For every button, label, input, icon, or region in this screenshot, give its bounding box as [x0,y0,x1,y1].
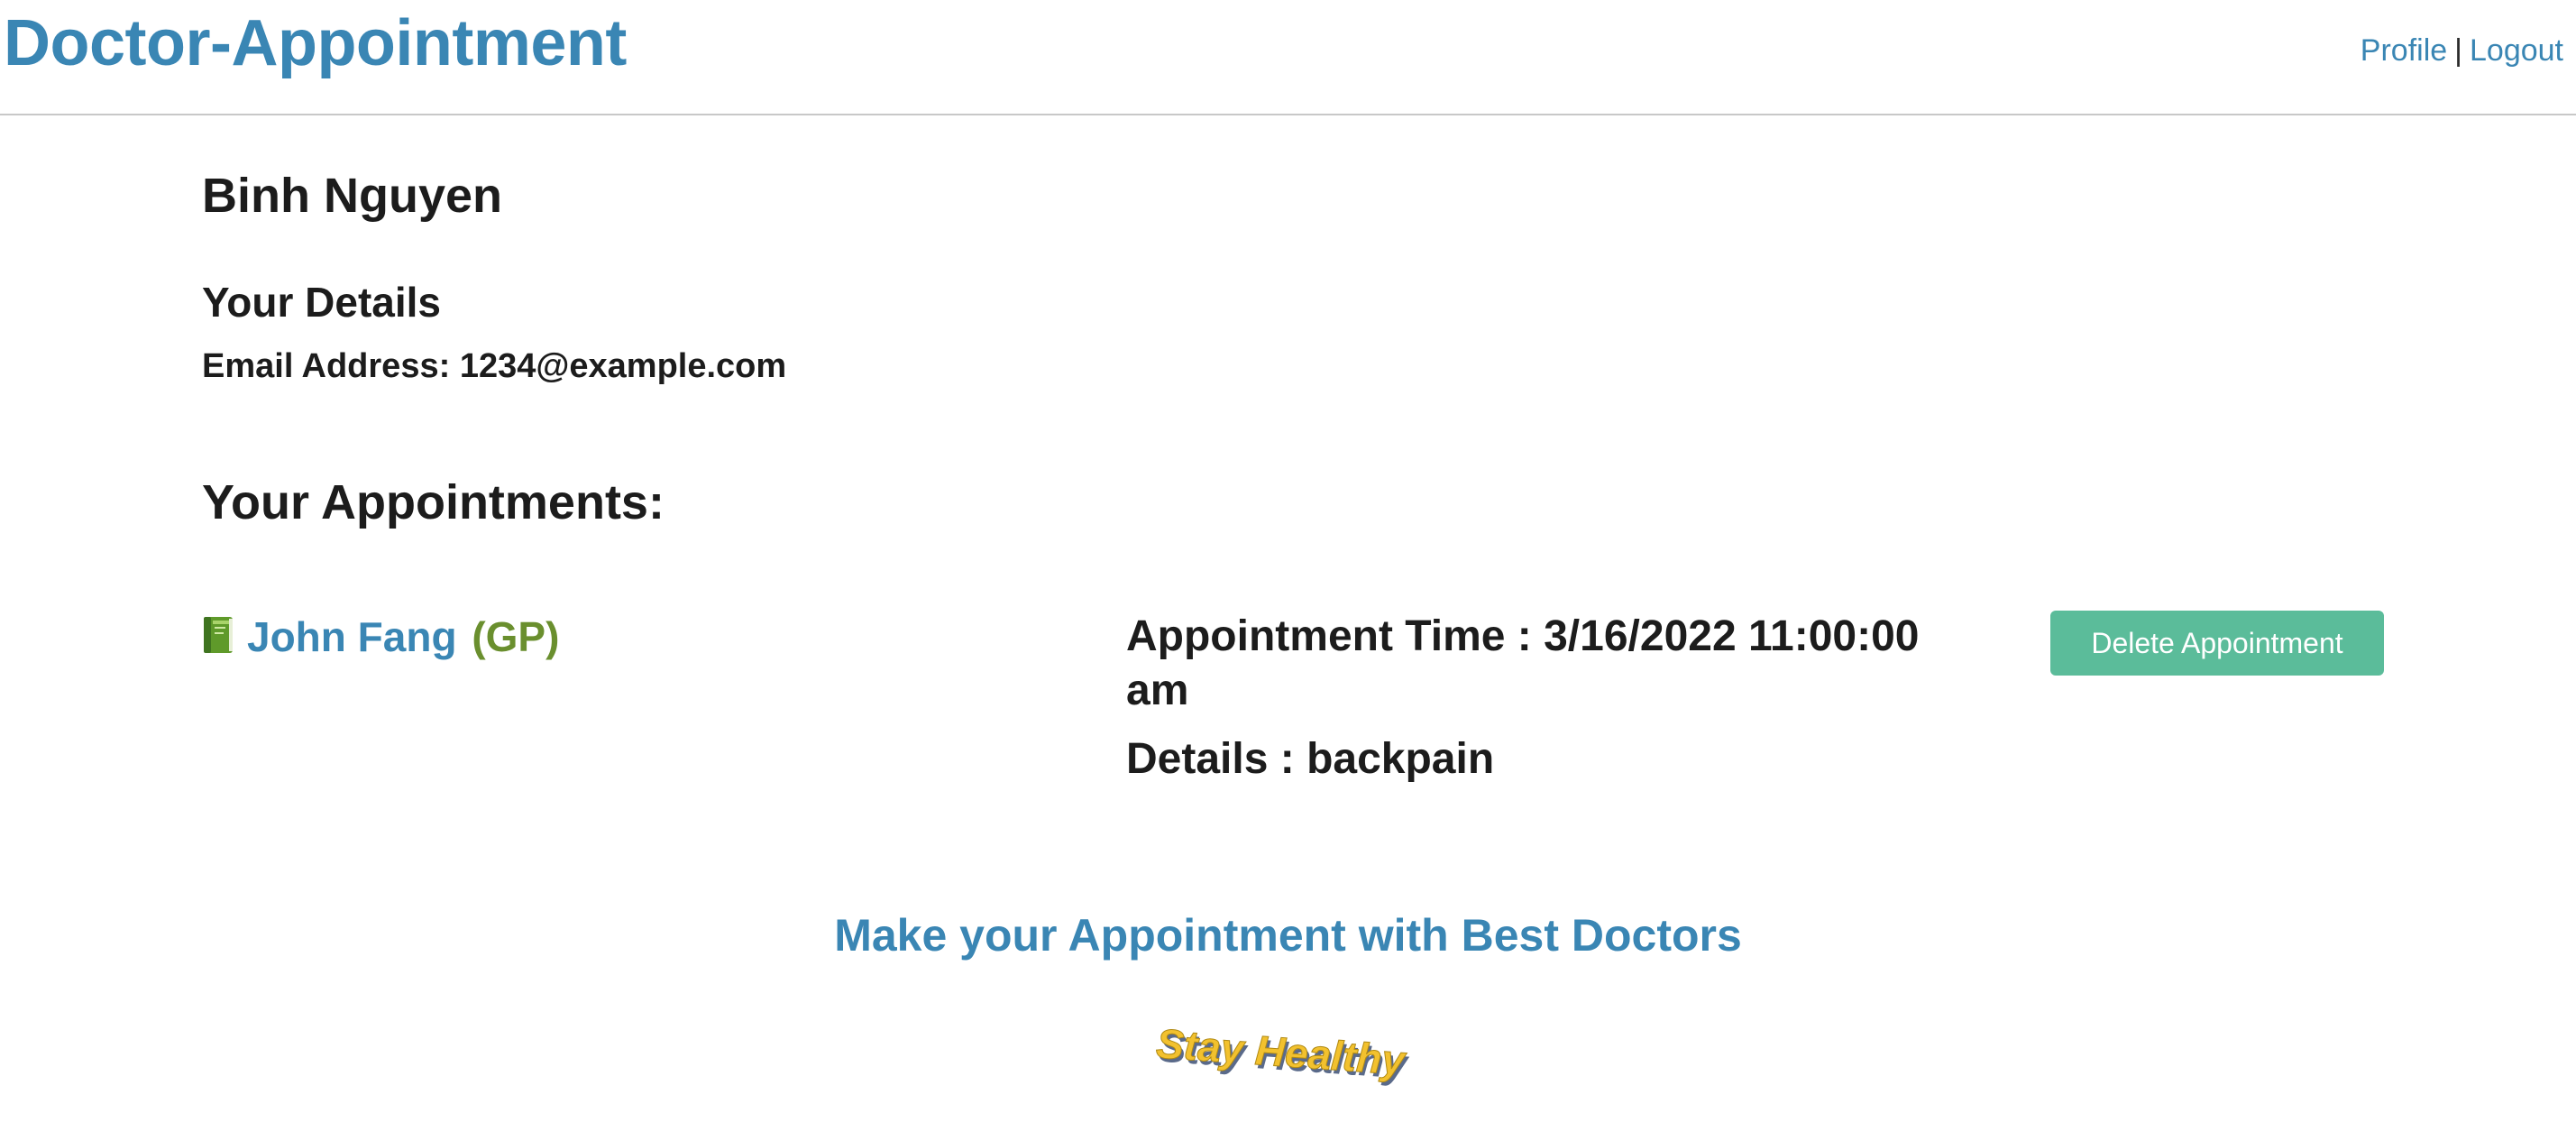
appointments-heading: Your Appointments: [202,475,665,529]
doctor-name-link[interactable]: John Fang [247,613,457,660]
appointment-details: Details : backpain [1126,732,1974,786]
appointment-details-label: Details : [1126,735,1295,783]
logout-link[interactable]: Logout [2470,33,2563,68]
delete-appointment-button[interactable]: Delete Appointment [2050,611,2384,676]
user-name: Binh Nguyen [202,169,502,223]
doctor-specialty: (GP) [472,613,560,660]
appointment-time-label: Appointment Time : [1126,612,1532,660]
top-header: Doctor-Appointment Profile | Logout [0,0,2576,115]
nav-separator: | [2454,33,2462,68]
cta-heading: Make your Appointment with Best Doctors [834,910,1742,961]
svg-text:Stay Healthy: Stay Healthy [1155,1019,1408,1083]
email-label: Email Address: [202,347,451,385]
details-heading: Your Details [202,279,441,326]
appointment-info: Appointment Time : 3/16/2022 11:00:00 am… [1126,610,1974,801]
appointment-doctor: John Fang (GP) [202,610,559,664]
appointment-details-value: backpain [1306,735,1495,783]
brand-title[interactable]: Doctor-Appointment [4,5,627,81]
appointment-time: Appointment Time : 3/16/2022 11:00:00 am [1126,610,1974,718]
email-value: 1234@example.com [459,347,787,385]
email-line: Email Address: 1234@example.com [202,345,786,388]
stay-healthy-logo: Stay Healthy Stay Healthy [1145,1019,1416,1091]
top-nav: Profile | Logout [2361,31,2563,70]
profile-link[interactable]: Profile [2361,33,2447,68]
green-book-icon [202,613,234,653]
